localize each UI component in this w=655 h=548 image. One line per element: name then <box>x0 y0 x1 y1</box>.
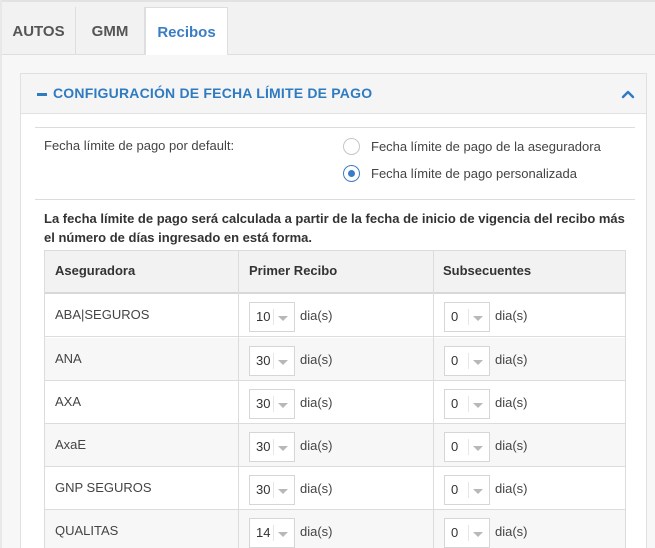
insurer-name: ABA|SEGUROS <box>55 307 150 322</box>
select-value: 14 <box>256 525 271 540</box>
chevron-down-icon <box>278 316 288 321</box>
tab-recibos[interactable]: Recibos <box>145 7 228 56</box>
insurer-name: AxaE <box>55 437 87 452</box>
first-receipt-days-select[interactable]: 30 <box>249 346 295 376</box>
days-unit: dia(s) <box>495 524 528 539</box>
header-insurer: Aseguradora <box>55 263 136 278</box>
tab-gmm[interactable]: GMM <box>76 7 145 55</box>
tab-autos[interactable]: AUTOS <box>2 7 76 55</box>
radio-button[interactable] <box>343 137 360 155</box>
subsequent-days-select[interactable]: 0 <box>444 475 490 505</box>
chevron-down-icon <box>278 446 288 451</box>
header-first-receipt: Primer Recibo <box>249 263 338 278</box>
table-row: QUALITAS 14 dia(s) 0 dia(s) <box>45 510 625 548</box>
select-value: 30 <box>256 439 271 454</box>
days-unit: dia(s) <box>300 438 333 453</box>
first-receipt-days-select[interactable]: 10 <box>249 302 295 332</box>
select-value: 0 <box>451 353 459 368</box>
days-unit: dia(s) <box>495 352 528 367</box>
days-unit: dia(s) <box>495 395 528 410</box>
table-row: AXA 30 dia(s) 0 dia(s) <box>45 381 625 424</box>
select-value: 0 <box>451 482 459 497</box>
select-value: 0 <box>451 396 459 411</box>
divider <box>35 127 635 128</box>
radio-option-custom[interactable]: Fecha límite de pago personalizada <box>343 163 577 183</box>
subsequent-days-select[interactable]: 0 <box>444 518 490 548</box>
chevron-down-icon <box>473 489 483 494</box>
days-unit: dia(s) <box>495 308 528 323</box>
divider <box>35 199 635 200</box>
select-value: 30 <box>256 482 271 497</box>
radio-button-checked[interactable] <box>343 164 360 182</box>
select-value: 0 <box>451 439 459 454</box>
chevron-down-icon <box>473 532 483 537</box>
subsequent-days-select[interactable]: 0 <box>444 346 490 376</box>
days-unit: dia(s) <box>300 524 333 539</box>
chevron-down-icon <box>473 403 483 408</box>
header-subsequent: Subsecuentes <box>443 263 532 278</box>
radio-label: Fecha límite de pago de la aseguradora <box>371 138 601 154</box>
default-due-label: Fecha límite de pago por default: <box>44 138 235 153</box>
select-value: 10 <box>256 309 271 324</box>
insurer-name: GNP SEGUROS <box>55 480 152 495</box>
chevron-down-icon <box>278 489 288 494</box>
select-value: 30 <box>256 353 271 368</box>
radio-option-insurer[interactable]: Fecha límite de pago de la aseguradora <box>343 136 601 156</box>
chevron-down-icon <box>278 360 288 365</box>
table-row: ABA|SEGUROS 10 dia(s) 0 dia(s) <box>45 294 625 337</box>
select-value: 30 <box>256 396 271 411</box>
first-receipt-days-select[interactable]: 30 <box>249 432 295 462</box>
select-value: 0 <box>451 309 459 324</box>
subsequent-days-select[interactable]: 0 <box>444 302 490 332</box>
select-value: 0 <box>451 525 459 540</box>
days-unit: dia(s) <box>300 395 333 410</box>
days-unit: dia(s) <box>495 481 528 496</box>
first-receipt-days-select[interactable]: 14 <box>249 518 295 548</box>
table-row: AxaE 30 dia(s) 0 dia(s) <box>45 424 625 467</box>
chevron-down-icon <box>473 316 483 321</box>
table-row: GNP SEGUROS 30 dia(s) 0 dia(s) <box>45 467 625 510</box>
insurer-name: AXA <box>55 394 82 409</box>
minus-icon[interactable] <box>37 93 47 96</box>
table-header: Aseguradora Primer Recibo Subsecuentes <box>45 251 625 294</box>
insurer-name: ANA <box>55 351 82 366</box>
panel-header[interactable]: CONFIGURACIÓN DE FECHA LÍMITE DE PAGO <box>21 74 646 114</box>
subsequent-days-select[interactable]: 0 <box>444 389 490 419</box>
table-row: ANA 30 dia(s) 0 dia(s) <box>45 338 625 381</box>
column-divider <box>238 251 239 548</box>
panel-title: CONFIGURACIÓN DE FECHA LÍMITE DE PAGO <box>53 85 373 101</box>
calculation-note: La fecha límite de pago será calculada a… <box>44 211 625 245</box>
chevron-down-icon <box>473 446 483 451</box>
days-unit: dia(s) <box>300 308 333 323</box>
days-unit: dia(s) <box>300 481 333 496</box>
chevron-down-icon <box>278 403 288 408</box>
first-receipt-days-select[interactable]: 30 <box>249 389 295 419</box>
column-divider <box>433 251 434 548</box>
subsequent-days-select[interactable]: 0 <box>444 432 490 462</box>
tab-bar: AUTOS GMM Recibos <box>2 2 655 56</box>
due-days-table: Aseguradora Primer Recibo Subsecuentes A… <box>44 250 626 548</box>
radio-label: Fecha límite de pago personalizada <box>371 165 577 181</box>
insurer-name: QUALITAS <box>55 523 119 538</box>
first-receipt-days-select[interactable]: 30 <box>249 475 295 505</box>
days-unit: dia(s) <box>300 352 333 367</box>
chevron-up-icon[interactable] <box>621 88 635 100</box>
days-unit: dia(s) <box>495 438 528 453</box>
chevron-down-icon <box>278 532 288 537</box>
chevron-down-icon <box>473 360 483 365</box>
